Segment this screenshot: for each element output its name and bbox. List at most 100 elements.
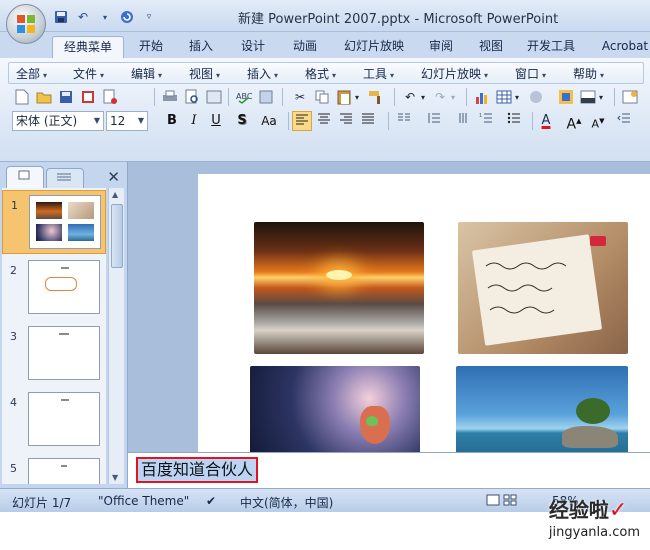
table-dropdown-icon[interactable]: ▾ [512,87,522,107]
align-left-button[interactable] [292,111,312,131]
spelling-publish-icon[interactable] [100,87,120,107]
insert-chart-icon[interactable] [472,87,492,107]
menu-slideshow[interactable]: 幻灯片放映 ▾ [421,65,488,82]
menu-insert[interactable]: 插入 ▾ [247,65,278,82]
tab-view[interactable]: 视图 [470,36,512,58]
slide-thumbnail[interactable]: 3 [2,322,106,386]
slide-thumbnail[interactable]: 2 [2,256,106,320]
font-name-select[interactable]: 宋体 (正文) ▼ [12,111,104,131]
font-color-button[interactable]: A [536,111,556,131]
tab-slides[interactable] [6,166,44,188]
customize-qat-icon[interactable]: ▿ [140,8,158,26]
paste-dropdown-icon[interactable]: ▾ [352,87,362,107]
text-direction-icon[interactable] [454,111,474,131]
menu-format[interactable]: 格式 ▾ [305,65,336,82]
slide-number: 5 [10,462,17,475]
slide-thumbnail[interactable]: 5 [2,454,106,484]
show-hide-icon[interactable] [578,87,598,107]
paste-icon[interactable] [334,87,354,107]
menu-edit[interactable]: 编辑 ▾ [131,65,162,82]
scroll-up-icon[interactable]: ▲ [112,190,118,199]
redo-dropdown-icon[interactable]: ▾ [448,87,458,107]
tab-developer[interactable]: 开发工具 [522,36,580,58]
copy-icon[interactable] [312,87,332,107]
permission-icon[interactable] [78,87,98,107]
save-icon[interactable] [56,87,76,107]
underline-button[interactable]: U [206,111,226,131]
island-tree-photo[interactable] [456,366,628,452]
undo-icon[interactable]: ↶ [400,87,420,107]
research-icon[interactable] [256,87,276,107]
menu-tools[interactable]: 工具 ▾ [363,65,394,82]
watermark-brand: 经验啦✓ [548,498,628,523]
redo-icon[interactable]: ↷ [430,87,450,107]
show-dropdown-icon[interactable]: ▾ [596,87,606,107]
bold-button[interactable]: B [162,111,182,131]
scroll-down-icon[interactable]: ▼ [112,473,118,482]
italic-button[interactable]: I [184,111,204,131]
text-shadow-button[interactable]: S [232,111,252,131]
print-icon[interactable] [160,87,180,107]
tab-review[interactable]: 审阅 [420,36,462,58]
bullets-icon[interactable] [504,111,524,131]
redo-icon[interactable] [118,8,136,26]
menu-window[interactable]: 窗口 ▾ [515,65,546,82]
spell-check-icon[interactable]: ABC [234,87,254,107]
new-doc-icon[interactable] [12,87,32,107]
tab-slideshow[interactable]: 幻灯片放映 [336,36,412,58]
menu-all[interactable]: 全部 ▾ [16,65,47,82]
slide-layout-icon[interactable] [204,87,224,107]
decrease-indent-icon[interactable] [614,111,634,131]
sunset-beach-photo[interactable] [254,222,424,354]
slide-thumbnail[interactable]: 1 [2,190,106,254]
tab-insert[interactable]: 插入 [180,36,222,58]
align-center-button[interactable] [314,111,334,131]
slide-thumbnails: 1 2 3 4 5 [2,188,106,484]
align-right-button[interactable] [336,111,356,131]
handwritten-note-photo[interactable] [458,222,628,354]
heart-leaf-photo[interactable] [250,366,420,452]
color-grayscale-icon[interactable] [556,87,576,107]
tab-home[interactable]: 开始 [130,36,172,58]
font-size-select[interactable]: 12 ▼ [106,111,148,131]
slide-editing-area [128,162,650,452]
print-preview-icon[interactable] [182,87,202,107]
notes-pane[interactable]: 百度知道合伙人 [128,452,650,488]
save-icon[interactable] [52,8,70,26]
insert-table-icon[interactable] [494,87,514,107]
office-button[interactable] [6,4,46,44]
new-slide-icon[interactable] [620,87,640,107]
line-spacing-icon[interactable] [424,111,444,131]
close-icon[interactable]: ✕ [107,168,120,186]
open-folder-icon[interactable] [34,87,54,107]
cut-icon[interactable]: ✂ [290,87,310,107]
tab-acrobat[interactable]: Acrobat [596,36,650,58]
undo-dropdown-icon[interactable]: ▾ [96,8,114,26]
format-painter-icon[interactable] [366,87,386,107]
justify-button[interactable] [358,111,378,131]
grow-font-button[interactable]: A▲ [564,111,584,133]
clipart-icon[interactable] [526,87,546,107]
tab-animation[interactable]: 动画 [284,36,326,58]
numbering-icon[interactable]: 1 [476,111,496,131]
spelling-check-icon[interactable]: ✔ [206,494,216,508]
tab-outline[interactable] [46,168,84,188]
tab-design[interactable]: 设计 [232,36,274,58]
menu-file[interactable]: 文件 ▾ [73,65,104,82]
slide-thumbnail[interactable]: 4 [2,388,106,452]
scroll-thumb[interactable] [111,204,123,268]
change-case-button[interactable]: Aa [256,111,282,131]
menu-view[interactable]: 视图 ▾ [189,65,220,82]
menu-help[interactable]: 帮助 ▾ [573,65,604,82]
theme-name[interactable]: "Office Theme" [98,494,189,508]
language-indicator[interactable]: 中文(简体，中国) [240,494,333,511]
thumbnail-scrollbar[interactable]: ▲ ▼ [108,188,124,484]
undo-dropdown-icon[interactable]: ▾ [418,87,428,107]
tab-classic-menu[interactable]: 经典菜单 [52,36,124,58]
current-slide[interactable] [198,174,650,452]
undo-icon[interactable]: ↶ [74,8,92,26]
columns-icon[interactable] [394,111,414,131]
notes-text[interactable]: 百度知道合伙人 [138,459,257,481]
shrink-font-button[interactable]: A▼ [588,111,608,131]
slide-number: 2 [10,264,17,277]
